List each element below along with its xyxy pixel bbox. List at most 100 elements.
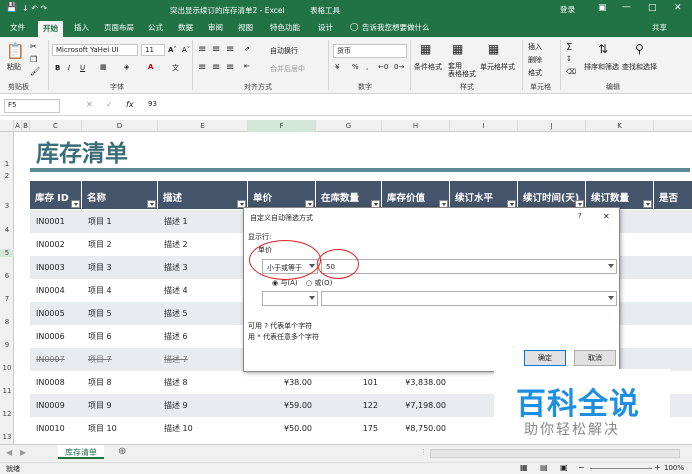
table-header-name[interactable]: 名称 [82,181,158,209]
value1-input[interactable]: 50 [321,259,617,274]
grow-font-icon[interactable]: Aˆ [168,46,177,54]
page-layout-view-icon[interactable]: ▤ [540,463,548,472]
column-header[interactable]: A [14,120,22,132]
table-cell-desc[interactable]: 描述 4 [158,279,248,302]
sort-filter-button[interactable]: 排序和筛选 [584,62,619,72]
tab-home[interactable]: 开始 [38,21,63,37]
tab-review[interactable]: 审阅 [208,22,223,33]
column-header[interactable]: K [586,120,654,132]
find-icon[interactable]: ⚲ [635,42,644,56]
table-cell-price[interactable]: ¥59.00 [248,394,316,417]
zoom-out-icon[interactable]: − [578,463,585,472]
italic-icon[interactable]: I [68,64,70,72]
table-cell-name[interactable]: 项目 8 [82,371,158,394]
table-cell-id[interactable]: IN0006 [30,325,82,348]
row-header[interactable]: 11 [0,387,14,395]
delete-cells-button[interactable]: 删除 [528,55,542,65]
cell-style-button[interactable]: 单元格样式 [480,62,515,72]
table-header-qty[interactable]: 在库数量 [316,181,382,209]
tab-insert[interactable]: 插入 [74,22,89,33]
paste-button[interactable]: 粘贴 [7,62,21,72]
table-cell-name[interactable]: 项目 1 [82,210,158,233]
clear-icon[interactable]: ⌫ [566,68,576,76]
fill-icon[interactable]: ↧ [566,55,572,63]
wrap-text-button[interactable]: 自动换行 [270,46,298,56]
table-header-reorder-days[interactable]: 续订时间(天) [518,181,586,209]
column-header[interactable]: G [316,120,382,132]
table-header-value[interactable]: 库存价值 [382,181,450,209]
tab-view[interactable]: 视图 [238,22,253,33]
table-cell-name[interactable]: 项目 7 [82,348,158,371]
percent-icon[interactable]: % [352,63,359,71]
cut-icon[interactable]: ✂ [30,42,37,51]
table-cell-desc[interactable]: 描述 6 [158,325,248,348]
table-cell-id[interactable]: IN0003 [30,256,82,279]
add-sheet-icon[interactable]: ⊕ [118,446,126,457]
table-cell-desc[interactable]: 描述 7 [158,348,248,371]
minimize-icon[interactable]: — [622,2,631,12]
find-select-button[interactable]: 查找和选择 [622,62,657,72]
insert-function-icon[interactable]: fx [126,100,134,109]
cancel-formula-icon[interactable]: ✕ [86,100,93,109]
table-header-reorder-qty[interactable]: 续订数量 [586,181,654,209]
table-cell-desc[interactable]: 描述 2 [158,233,248,256]
or-radio[interactable]: ○ 或(O) [306,278,332,288]
format-cells-button[interactable]: 格式 [528,68,542,78]
table-format-button[interactable]: 套用 表格格式 [448,62,476,78]
scroll-right-icon[interactable]: ▶ [20,448,26,457]
dialog-help-button[interactable]: ? [578,212,582,220]
table-cell-id[interactable]: IN0007 [30,348,82,371]
shrink-font-icon[interactable]: Aˇ [182,46,190,54]
phonetic-icon[interactable]: 文 [172,63,179,73]
align-bottom-icon[interactable]: ≡ [226,44,234,55]
tell-me-search[interactable]: 告诉我您想要做什么 [362,22,430,33]
row-header[interactable]: 8 [0,318,14,326]
table-cell-id[interactable]: IN0010 [30,417,82,440]
row-header[interactable]: 2 [0,172,14,180]
table-cell-desc[interactable]: 描述 1 [158,210,248,233]
decrease-decimal-icon[interactable]: 0→ [394,63,404,71]
quick-access-toolbar[interactable]: ↓ ↶ ↷ [22,4,47,13]
table-cell-qty[interactable]: 122 [316,394,382,417]
tab-formulas[interactable]: 公式 [148,22,163,33]
align-right-icon[interactable]: ≡ [226,62,234,73]
format-painter-icon[interactable]: 🖌 [30,67,40,76]
table-cell-value[interactable]: ¥7,198.00 [382,394,450,417]
align-top-icon[interactable]: ≡ [198,44,206,55]
confirm-formula-icon[interactable]: ✓ [106,100,113,109]
filter-dropdown-icon[interactable] [71,200,80,208]
table-cell-name[interactable]: 项目 2 [82,233,158,256]
normal-view-icon[interactable]: ▦ [520,463,528,472]
table-cell-price[interactable]: ¥38.00 [248,371,316,394]
signin-link[interactable]: 登录 [560,4,575,15]
table-cell-name[interactable]: 项目 3 [82,256,158,279]
column-header[interactable]: B [22,120,30,132]
table-cell-price[interactable]: ¥50.00 [248,417,316,440]
font-size-select[interactable]: 11 [141,44,165,56]
table-cell-id[interactable]: IN0004 [30,279,82,302]
table-cell-id[interactable]: IN0001 [30,210,82,233]
sheet-tab-inventory[interactable]: 库存清单 [58,445,104,459]
table-cell-name[interactable]: 项目 10 [82,417,158,440]
column-header[interactable]: F [248,120,316,132]
table-cell-value[interactable]: ¥3,838.00 [382,371,450,394]
font-color-icon[interactable]: A [148,63,153,71]
table-cell-desc[interactable]: 描述 3 [158,256,248,279]
conditional-format-button[interactable]: 条件格式 [414,62,442,72]
column-header[interactable]: E [158,120,248,132]
fill-color-icon[interactable]: ◈ [124,63,129,71]
table-cell-desc[interactable]: 描述 8 [158,371,248,394]
table-header-reorder-level[interactable]: 续订水平 [450,181,518,209]
table-header-desc[interactable]: 描述 [158,181,248,209]
row-header[interactable]: 3 [0,202,14,210]
column-header[interactable]: H [382,120,450,132]
sort-filter-icon[interactable]: ⇅ [598,42,608,56]
column-header[interactable]: J [518,120,586,132]
table-cell-desc[interactable]: 描述 10 [158,417,248,440]
underline-icon[interactable]: U [80,64,85,72]
indent-icon[interactable]: ⇤ [244,62,250,70]
align-left-icon[interactable]: ≡ [198,62,206,73]
dialog-close-button[interactable]: ✕ [603,212,610,221]
tab-design[interactable]: 设计 [318,22,333,33]
table-cell-id[interactable]: IN0005 [30,302,82,325]
